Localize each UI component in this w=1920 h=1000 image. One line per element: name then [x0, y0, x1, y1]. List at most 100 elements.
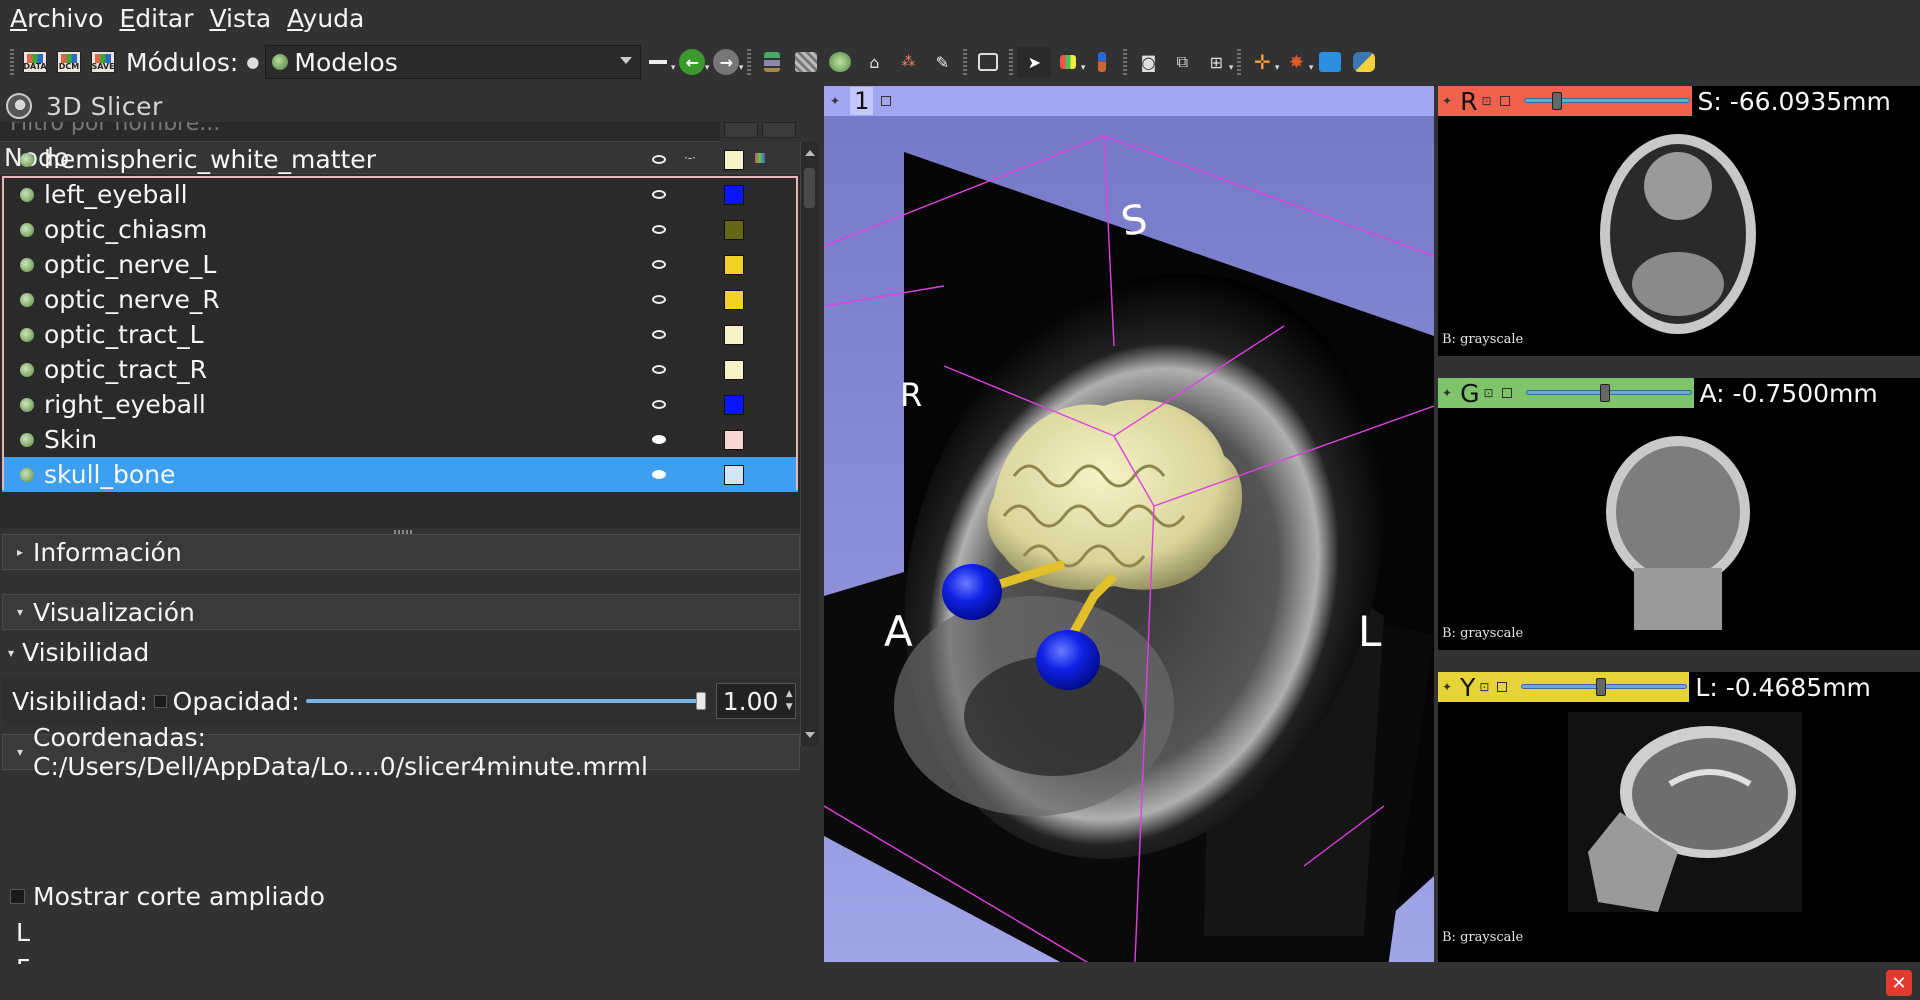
place-fiducial-button[interactable]: ✸ ▾: [1279, 47, 1314, 77]
volumes-module-button[interactable]: [789, 47, 823, 77]
extension-manager-button[interactable]: [1313, 47, 1347, 77]
info-section-header[interactable]: ▸ Información: [2, 534, 800, 570]
tree-row[interactable]: optic_chiasm: [2, 212, 798, 247]
yellow-slice-handle[interactable]: [1596, 678, 1607, 696]
menu-editar[interactable]: Editar: [119, 4, 193, 33]
back-button[interactable]: ← ▾: [675, 47, 709, 77]
green-slice-view[interactable]: ✦ G ⊡ A: -0.7500mm B: grayscale: [1438, 378, 1920, 650]
filter-option-button[interactable]: [724, 122, 758, 138]
coordinates-section-header[interactable]: ▾ Coordenadas: C:/Users/Dell/AppData/Lo.…: [2, 723, 800, 781]
menu-ayuda[interactable]: Ayuda: [287, 4, 364, 33]
red-slice-offset-slider[interactable]: [1521, 86, 1692, 116]
green-slice-handle[interactable]: [1599, 384, 1610, 402]
layout-button[interactable]: ▾: [1051, 47, 1085, 77]
opacity-spinbox[interactable]: 1.00 ▲ ▼: [715, 683, 796, 719]
model-color-swatch[interactable]: [724, 394, 744, 415]
forward-button[interactable]: → ▾: [709, 47, 743, 77]
opacity-slider[interactable]: [305, 690, 706, 712]
pointer-mode-button[interactable]: ➤: [1017, 47, 1052, 77]
visibility-subsection-header[interactable]: ▾ Visibilidad: [8, 638, 149, 667]
eye-icon[interactable]: [652, 260, 666, 269]
eye-icon[interactable]: [652, 295, 666, 304]
opacity-slider-handle[interactable]: [695, 692, 706, 710]
eye-icon[interactable]: [652, 470, 666, 479]
model-color-swatch[interactable]: [724, 289, 744, 310]
eye-icon[interactable]: [652, 225, 666, 234]
scene-view-button[interactable]: ⧉: [1165, 47, 1199, 77]
scroll-thumb[interactable]: [804, 168, 815, 208]
crosshair-button[interactable]: ✛ ▾: [1245, 47, 1279, 77]
3d-render-canvas[interactable]: S R A L: [824, 116, 1434, 962]
scroll-up-icon[interactable]: [805, 150, 815, 156]
module-selector[interactable]: Modelos: [265, 45, 642, 79]
link-icon[interactable]: ⊡: [1479, 680, 1489, 694]
toolbar-grip[interactable]: [963, 49, 968, 75]
visibility-checkbox[interactable]: [153, 694, 167, 708]
link-icon[interactable]: ⊡: [1483, 386, 1493, 400]
pin-icon[interactable]: ✦: [830, 94, 840, 108]
model-color-swatch[interactable]: [724, 149, 744, 170]
tree-row[interactable]: right_eyeball: [2, 387, 798, 422]
pin-icon[interactable]: ✦: [1442, 680, 1452, 694]
eye-icon[interactable]: [652, 365, 666, 374]
filter-clear-button[interactable]: [762, 122, 796, 138]
error-log-icon[interactable]: ✕: [1886, 970, 1912, 996]
model-color-swatch[interactable]: [724, 254, 744, 275]
tree-row[interactable]: skull_bone: [2, 457, 798, 492]
tree-row[interactable]: Skin: [2, 422, 798, 457]
data-module-button[interactable]: [755, 47, 789, 77]
models-module-button[interactable]: [823, 47, 857, 77]
red-slice-handle[interactable]: [1551, 92, 1562, 110]
mouse-mode-button[interactable]: ⊞ ▾: [1199, 47, 1234, 77]
tree-row[interactable]: optic_tract_R: [2, 352, 798, 387]
load-dicom-button[interactable]: DCM: [52, 47, 86, 77]
toolbar-grip[interactable]: [1237, 49, 1242, 75]
link-icon[interactable]: ⊡: [1481, 94, 1491, 108]
screenshot-module-button[interactable]: [971, 47, 1005, 77]
markups-module-button[interactable]: ⁂: [891, 47, 925, 77]
tree-row[interactable]: optic_nerve_R: [2, 282, 798, 317]
tree-row[interactable]: optic_nerve_L: [2, 247, 798, 282]
red-slice-view[interactable]: ✦ R ⊡ S: -66.0935mm B: grayscale: [1438, 86, 1920, 356]
tree-row[interactable]: hemispheric_white_matter: [2, 142, 798, 177]
yellow-slice-offset-slider[interactable]: [1519, 672, 1690, 702]
tree-row[interactable]: optic_tract_L: [2, 317, 798, 352]
viewers-button[interactable]: [1085, 47, 1119, 77]
model-color-swatch[interactable]: [724, 429, 744, 450]
green-slice-offset-slider[interactable]: [1523, 378, 1694, 408]
eye-icon[interactable]: [652, 435, 666, 444]
scroll-down-icon[interactable]: [805, 732, 815, 738]
toolbar-grip[interactable]: [10, 49, 14, 75]
maximize-icon[interactable]: [1501, 388, 1512, 398]
module-search-icon[interactable]: ●: [246, 53, 259, 71]
editor-module-button[interactable]: ✎: [925, 47, 959, 77]
toolbar-grip[interactable]: [1009, 49, 1014, 75]
model-color-swatch[interactable]: [724, 184, 744, 205]
pin-icon[interactable]: ✦: [1442, 386, 1452, 400]
eye-icon[interactable]: [652, 190, 666, 199]
transforms-module-button[interactable]: ⌂: [857, 47, 891, 77]
eye-icon[interactable]: [652, 400, 666, 409]
toolbar-grip[interactable]: [747, 49, 752, 75]
visualization-section-header[interactable]: ▾ Visualización: [2, 594, 800, 630]
model-color-swatch[interactable]: [724, 359, 744, 380]
model-color-swatch[interactable]: [724, 219, 744, 240]
model-color-swatch[interactable]: [724, 324, 744, 345]
model-color-swatch[interactable]: [724, 464, 744, 485]
menu-vista[interactable]: Vista: [209, 4, 271, 33]
capture-view-button[interactable]: ◙: [1131, 47, 1165, 77]
panel-scrollbar[interactable]: [800, 142, 818, 746]
module-history-button[interactable]: ▾: [641, 47, 675, 77]
yellow-slice-view[interactable]: ✦ Y ⊡ L: -0.4685mm B: grayscale: [1438, 672, 1920, 962]
filter-input[interactable]: Filtro por nombre...: [0, 122, 720, 142]
save-button[interactable]: SAVE: [86, 47, 120, 77]
show-zoom-row[interactable]: Mostrar corte ampliado: [10, 882, 325, 911]
maximize-icon[interactable]: [1499, 96, 1510, 106]
eye-icon[interactable]: [652, 155, 666, 164]
load-data-button[interactable]: DATA: [18, 47, 52, 77]
python-console-button[interactable]: [1347, 47, 1381, 77]
toolbar-grip[interactable]: [1123, 49, 1128, 75]
pin-icon[interactable]: ✦: [1442, 94, 1452, 108]
menu-archivo[interactable]: Archivo: [10, 4, 103, 33]
3d-view[interactable]: ✦ 1 S R A L: [824, 86, 1434, 962]
